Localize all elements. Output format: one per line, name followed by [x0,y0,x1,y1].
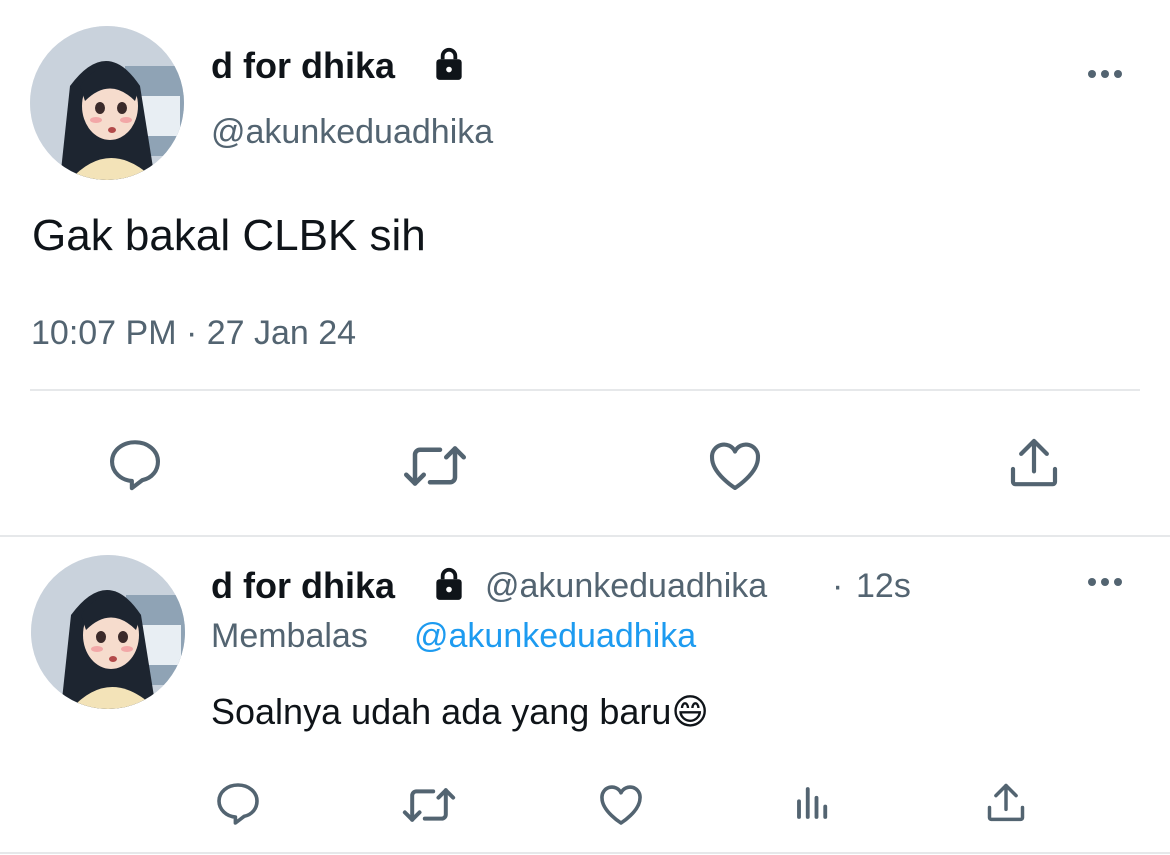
divider [0,852,1170,854]
handle[interactable]: @akunkeduadhika [211,112,493,152]
replying-to-link[interactable]: @akunkeduadhika [414,616,696,656]
lock-icon [430,565,468,603]
share-icon[interactable] [1006,434,1062,490]
timestamp[interactable]: 10:07 PM · 27 Jan 24 [31,313,356,353]
separator-dot: · [832,567,844,605]
display-name[interactable]: d for dhika [211,565,395,607]
replying-label: Membalas [211,617,368,655]
divider [0,535,1170,537]
avatar[interactable] [30,26,184,180]
analytics-icon[interactable] [792,782,834,824]
relative-time[interactable]: 12s [856,566,911,606]
divider [30,389,1140,391]
retweet-icon[interactable] [401,784,457,826]
handle[interactable]: @akunkeduadhika [485,566,767,606]
retweet-icon[interactable] [402,441,468,491]
reply-icon[interactable] [214,781,262,825]
like-icon[interactable] [706,438,764,492]
grinning-emoji: 😄 [671,692,709,733]
more-options-icon[interactable] [1088,578,1122,586]
lock-icon [430,45,468,83]
tweet-text: Soalnya udah ada yang baru😄 [211,690,709,735]
share-icon[interactable] [984,780,1028,824]
reply-icon[interactable] [106,437,164,491]
display-name[interactable]: d for dhika [211,44,395,88]
more-options-icon[interactable] [1088,70,1122,78]
tweet-text: Gak bakal CLBK sih [32,211,426,260]
tweet-text-body: Soalnya udah ada yang baru [211,691,672,732]
avatar[interactable] [31,555,185,709]
like-icon[interactable] [597,782,645,826]
